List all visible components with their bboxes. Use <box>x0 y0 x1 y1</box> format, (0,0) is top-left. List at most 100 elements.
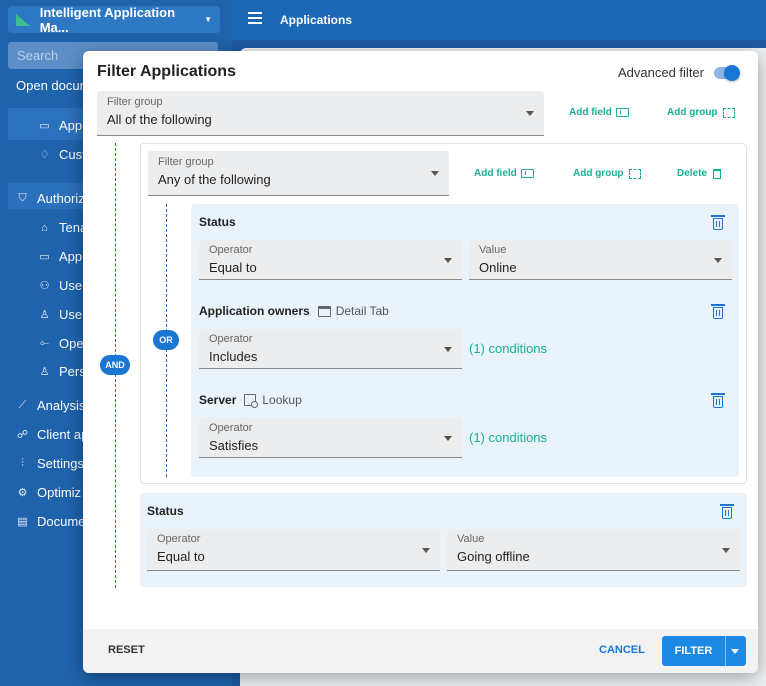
sliders-icon: ⫶ <box>21 457 24 469</box>
menu-icon[interactable] <box>248 12 262 24</box>
trash-icon <box>713 168 722 179</box>
home-icon: ⌂ <box>41 221 48 234</box>
person-icon: ♙ <box>39 366 50 378</box>
field-value: Includes <box>209 349 258 364</box>
condition-title-server: Server Lookup <box>199 393 302 408</box>
sidebar-item-applications[interactable]: ▭ Appli <box>38 118 88 133</box>
dropdown-arrow-icon <box>526 111 534 116</box>
app-name: Intelligent Application Ma... <box>39 4 176 35</box>
delete-condition-trash-icon[interactable] <box>711 393 725 408</box>
field-label: Operator <box>157 533 201 545</box>
user-icon: ♙ <box>39 309 50 321</box>
field-label: Filter group <box>158 156 214 168</box>
condition-title: Status <box>147 504 184 518</box>
sidebar-item-apps[interactable]: ▭ Appl <box>38 249 85 264</box>
root-add-group-button[interactable]: Add group <box>667 107 735 118</box>
sidebar-item-open-documents[interactable]: Open docum <box>16 78 90 93</box>
advanced-filter-label: Advanced filter <box>618 65 704 80</box>
condition-operator-select[interactable]: Operator Equal to <box>147 529 440 571</box>
filter-split-button: FILTER <box>662 636 746 666</box>
sub-add-field-button[interactable]: Add field <box>474 168 534 179</box>
reset-button[interactable]: RESET <box>108 644 145 656</box>
condition-title: Status <box>199 215 236 229</box>
condition-subtitle: Detail Tab <box>317 304 389 318</box>
condition-title-application-owners: Application owners Detail Tab <box>199 304 389 318</box>
delete-condition-trash-icon[interactable] <box>711 304 725 319</box>
cog-icon: ⚙ <box>17 487 28 499</box>
advanced-filter-toggle-row: Advanced filter <box>618 64 740 81</box>
shield-icon: ⛉ <box>18 192 27 204</box>
condition-operator-select[interactable]: Operator Includes <box>199 329 462 369</box>
sidebar-item-tenants[interactable]: ⌂ Tena <box>38 220 87 235</box>
sidebar-item-persons[interactable]: ♙ Pers <box>38 364 86 379</box>
condition-operator-select[interactable]: Operator Satisfies <box>199 418 462 458</box>
condition-value-select[interactable]: Value Going offline <box>447 529 740 571</box>
sidebar-item-client-apps[interactable]: ☍ Client ap <box>16 427 88 442</box>
app-logo-icon <box>16 13 30 26</box>
filter-dialog: Filter Applications Advanced filter Filt… <box>83 51 758 673</box>
conditions-link[interactable]: (1) conditions <box>469 341 547 356</box>
delete-condition-trash-icon[interactable] <box>720 504 734 519</box>
sidebar-item-operations[interactable]: ⟜ Oper <box>38 336 88 351</box>
users-icon: ⚇ <box>39 280 50 292</box>
field-label: Filter group <box>107 96 163 108</box>
client-icon: ☍ <box>16 429 29 441</box>
or-connector-badge[interactable]: OR <box>153 330 179 350</box>
delete-condition-trash-icon[interactable] <box>711 215 725 230</box>
field-value: All of the following <box>107 112 212 127</box>
chevron-down-icon: ▼ <box>204 15 212 24</box>
dropdown-arrow-icon <box>422 547 430 553</box>
conditions-link[interactable]: (1) conditions <box>469 430 547 445</box>
sidebar-item-user-groups[interactable]: ⚇ User <box>38 278 87 293</box>
operations-icon: ⟜ <box>40 337 49 349</box>
condition-value-select[interactable]: Value Online <box>469 240 732 280</box>
add-field-icon <box>520 169 534 178</box>
sidebar-item-users[interactable]: ♙ User <box>38 307 87 322</box>
sidebar-item-analysis[interactable]: ⟋ Analysis <box>16 398 86 413</box>
add-field-icon <box>615 108 629 117</box>
dialog-footer: RESET CANCEL FILTER <box>83 629 758 673</box>
dropdown-arrow-icon <box>444 435 452 441</box>
chart-icon: ⟋ <box>18 399 27 411</box>
dropdown-arrow-icon <box>714 257 722 263</box>
field-label: Value <box>479 244 507 256</box>
condition-subtitle: Lookup <box>244 393 302 408</box>
dropdown-arrow-icon <box>444 257 452 263</box>
app-switcher[interactable]: Intelligent Application Ma... ▼ <box>8 4 220 35</box>
dialog-title: Filter Applications <box>97 63 236 80</box>
root-filter-group-select[interactable]: Filter group All of the following <box>97 91 544 136</box>
and-connector-badge[interactable]: AND <box>100 355 130 375</box>
field-label: Operator <box>209 244 253 256</box>
page-title: Applications <box>280 13 353 27</box>
sub-delete-group-button[interactable]: Delete <box>677 168 722 179</box>
sub-filter-group-select[interactable]: Filter group Any of the following <box>148 151 449 196</box>
dropdown-arrow-icon <box>722 547 730 553</box>
handshake-icon: ♢ <box>39 149 50 161</box>
field-label: Operator <box>209 422 253 434</box>
field-value: Equal to <box>209 260 257 275</box>
field-value: Any of the following <box>158 172 271 187</box>
sidebar-item-settings[interactable]: ⫶ Settings <box>16 456 84 471</box>
monitor-icon: ▭ <box>39 120 50 132</box>
filter-options-chevron-icon[interactable] <box>731 649 739 654</box>
add-group-icon <box>628 168 641 179</box>
dropdown-arrow-icon <box>431 171 439 176</box>
detail-tab-icon <box>317 305 331 317</box>
monitor-icon: ▭ <box>39 251 50 263</box>
document-icon: ▤ <box>17 516 28 528</box>
root-add-field-button[interactable]: Add field <box>569 107 629 118</box>
field-value: Satisfies <box>209 438 259 453</box>
sidebar-item-documents[interactable]: ▤ Docume <box>16 514 85 529</box>
cancel-button[interactable]: CANCEL <box>599 644 645 656</box>
advanced-filter-toggle[interactable] <box>714 64 740 81</box>
field-value: Online <box>479 260 517 275</box>
lookup-icon <box>244 394 259 408</box>
sidebar-item-optimize[interactable]: ⚙ Optimiz <box>16 485 82 500</box>
sub-add-group-button[interactable]: Add group <box>573 168 641 179</box>
condition-operator-select[interactable]: Operator Equal to <box>199 240 462 280</box>
add-group-icon <box>722 107 735 118</box>
filter-button[interactable]: FILTER <box>662 636 725 666</box>
sidebar-item-authorization[interactable]: ⛉ Authoriz <box>16 191 84 206</box>
field-label: Operator <box>209 333 253 345</box>
field-value: Going offline <box>457 549 530 564</box>
